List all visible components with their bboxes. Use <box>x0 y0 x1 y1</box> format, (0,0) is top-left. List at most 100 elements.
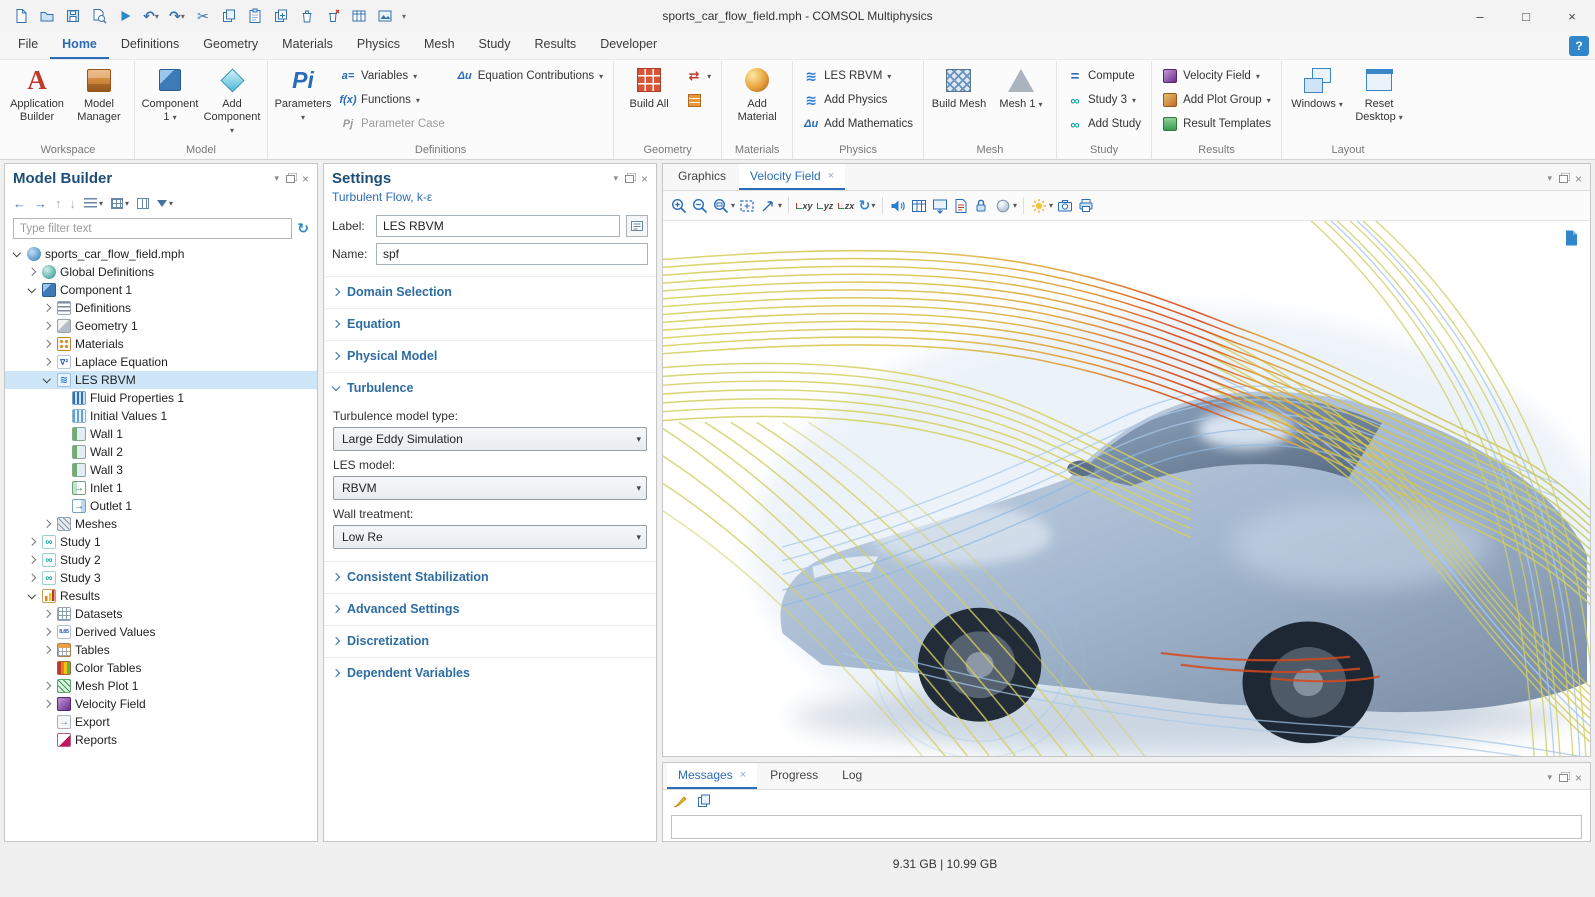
columns-icon[interactable] <box>137 198 149 209</box>
wall-treatment-select[interactable]: Low Re▾ <box>333 525 647 549</box>
move-up-icon[interactable]: ↑ <box>55 196 62 211</box>
close-button[interactable]: × <box>1549 0 1595 32</box>
float-panel-icon[interactable] <box>1559 175 1568 183</box>
close-tab-icon[interactable]: × <box>740 769 746 781</box>
geometry-sequence-button[interactable] <box>681 89 716 111</box>
les-model-select[interactable]: RBVM▾ <box>333 476 647 500</box>
tab-geometry[interactable]: Geometry <box>191 32 270 59</box>
panel-menu-caret-icon[interactable]: ▾ <box>274 173 279 184</box>
close-panel-icon[interactable]: × <box>1575 174 1582 184</box>
tree-item-root[interactable]: sports_car_flow_field.mph <box>5 245 317 263</box>
tree-item-color-tables[interactable]: Color Tables <box>5 659 317 677</box>
physics-interface-dropdown[interactable]: ≋ LES RBVM ▾ <box>798 65 918 87</box>
clear-tables-icon[interactable] <box>324 7 342 25</box>
move-down-icon[interactable]: ↓ <box>70 196 77 211</box>
add-plot-group-button[interactable]: Add Plot Group ▾ <box>1157 89 1276 111</box>
tree-item-initial-values-1[interactable]: Initial Values 1 <box>5 407 317 425</box>
add-material-button[interactable]: Add Material <box>727 61 787 133</box>
section-advanced-settings[interactable]: Advanced Settings <box>324 593 656 623</box>
view-xy-button[interactable]: xy <box>794 195 814 217</box>
tree-item-wall-2[interactable]: Wall 2 <box>5 443 317 461</box>
refresh-view-icon[interactable]: ↻▾ <box>857 195 877 217</box>
tree-item-results[interactable]: Results <box>5 587 317 605</box>
save-icon[interactable] <box>64 7 82 25</box>
build-all-button[interactable]: Build All <box>619 61 679 133</box>
redo-caret-icon[interactable]: ▾ <box>181 12 185 21</box>
panel-menu-caret-icon[interactable]: ▾ <box>1547 772 1552 783</box>
tree-item-reports[interactable]: Reports <box>5 731 317 749</box>
messages-output[interactable] <box>671 815 1582 839</box>
sound-icon[interactable] <box>888 195 908 217</box>
tree-item-velocity-field[interactable]: Velocity Field <box>5 695 317 713</box>
tree-item-fluid-properties-1[interactable]: Fluid Properties 1 <box>5 389 317 407</box>
tree-item-datasets[interactable]: Datasets <box>5 605 317 623</box>
zoom-box-icon[interactable]: ▾ <box>711 195 736 217</box>
copy-icon[interactable] <box>220 7 238 25</box>
tab-developer[interactable]: Developer <box>588 32 669 59</box>
reset-desktop-button[interactable]: Reset Desktop ▾ <box>1349 61 1409 133</box>
show-options-icon[interactable]: ▾ <box>84 198 103 209</box>
tree-item-wall-3[interactable]: Wall 3 <box>5 461 317 479</box>
cut-icon[interactable]: ✂ <box>194 7 212 25</box>
tab-log[interactable]: Log <box>831 763 873 789</box>
export-image-icon[interactable] <box>930 195 950 217</box>
preview-icon[interactable] <box>90 7 108 25</box>
tab-messages[interactable]: Messages× <box>667 763 757 789</box>
float-panel-icon[interactable] <box>625 175 634 183</box>
equation-contributions-button[interactable]: Δu Equation Contributions ▾ <box>452 65 608 87</box>
open-file-icon[interactable] <box>38 7 56 25</box>
tab-velocity-field[interactable]: Velocity Field× <box>739 164 845 190</box>
parameter-case-button[interactable]: Pj Parameter Case <box>335 113 450 135</box>
tab-graphics[interactable]: Graphics <box>667 164 737 190</box>
close-panel-icon[interactable]: × <box>302 174 309 184</box>
paste-icon[interactable] <box>246 7 264 25</box>
copy-messages-icon[interactable] <box>696 793 712 812</box>
tab-study[interactable]: Study <box>467 32 523 59</box>
plot-document-icon[interactable] <box>1562 229 1580 250</box>
tab-progress[interactable]: Progress <box>759 763 829 789</box>
expander-icon[interactable] <box>26 284 38 296</box>
tab-mesh[interactable]: Mesh <box>412 32 467 59</box>
camera-icon[interactable] <box>1055 195 1075 217</box>
tab-definitions[interactable]: Definitions <box>109 32 191 59</box>
graphics-canvas[interactable] <box>663 221 1590 756</box>
tree-item-global-definitions[interactable]: Global Definitions <box>5 263 317 281</box>
expander-icon[interactable] <box>41 518 53 530</box>
duplicate-icon[interactable] <box>272 7 290 25</box>
go-to-view-icon[interactable]: ▾ <box>758 195 783 217</box>
tab-materials[interactable]: Materials <box>270 32 345 59</box>
undo-icon[interactable]: ↶▾ <box>142 7 160 25</box>
expander-icon[interactable] <box>41 302 53 314</box>
expander-icon[interactable] <box>41 698 53 710</box>
expander-icon[interactable] <box>41 680 53 692</box>
rename-label-button[interactable] <box>626 215 648 237</box>
expander-icon[interactable] <box>41 374 53 386</box>
expander-icon[interactable] <box>26 590 38 602</box>
add-physics-button[interactable]: ≋ Add Physics <box>798 89 918 111</box>
panel-menu-caret-icon[interactable]: ▾ <box>613 173 618 184</box>
expander-icon[interactable] <box>26 572 38 584</box>
show-table-icon[interactable] <box>909 195 929 217</box>
expander-icon[interactable] <box>41 338 53 350</box>
parameters-button[interactable]: Pi Parameters ▾ <box>273 61 333 133</box>
tree-item-wall-1[interactable]: Wall 1 <box>5 425 317 443</box>
tree-item-meshes[interactable]: Meshes <box>5 515 317 533</box>
name-input[interactable] <box>376 243 648 265</box>
zoom-in-icon[interactable] <box>669 195 689 217</box>
tab-home[interactable]: Home <box>50 32 109 59</box>
add-mathematics-button[interactable]: Δu Add Mathematics <box>798 113 918 135</box>
undo-caret-icon[interactable]: ▾ <box>155 12 159 21</box>
close-panel-icon[interactable]: × <box>641 174 648 184</box>
view-yz-button[interactable]: yz <box>815 195 835 217</box>
material-rendering-icon[interactable]: ▾ <box>993 195 1018 217</box>
tree-item-definitions[interactable]: Definitions <box>5 299 317 317</box>
expander-icon[interactable] <box>26 266 38 278</box>
section-discretization[interactable]: Discretization <box>324 625 656 655</box>
maximize-button[interactable]: □ <box>1503 0 1549 32</box>
minimize-button[interactable]: – <box>1457 0 1503 32</box>
result-templates-button[interactable]: Result Templates <box>1157 113 1276 135</box>
expander-icon[interactable] <box>41 320 53 332</box>
refresh-filter-icon[interactable]: ↻ <box>297 220 309 237</box>
turbulence-model-type-select[interactable]: Large Eddy Simulation▾ <box>333 427 647 451</box>
study-3-button[interactable]: ∞ Study 3 ▾ <box>1062 89 1146 111</box>
